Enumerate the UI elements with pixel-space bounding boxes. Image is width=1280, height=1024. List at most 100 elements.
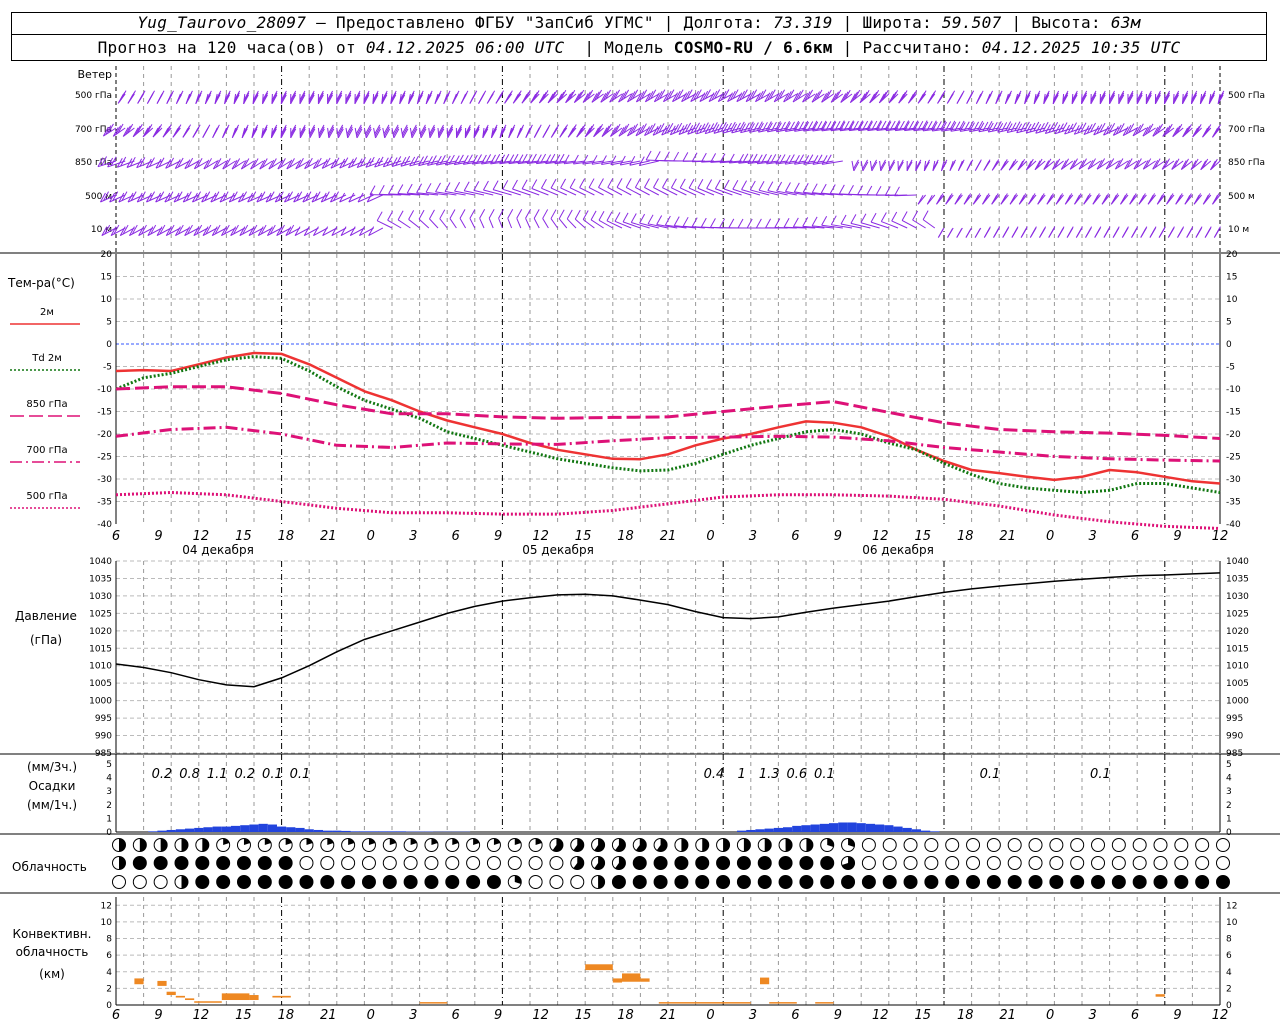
wind-barb: [618, 89, 632, 103]
wind-barb: [516, 209, 523, 229]
wind-barb: [616, 178, 632, 196]
wind-barb-feather: [567, 91, 574, 102]
pressure-tick-label-right: 1015: [1226, 644, 1249, 654]
wind-barb: [280, 124, 287, 139]
temp-tick-label-right: -5: [1226, 363, 1235, 373]
precip-title: Осадки: [29, 779, 76, 793]
cloud-symbol: [799, 875, 814, 889]
precip-bar: [249, 824, 259, 832]
wind-barb: [946, 90, 956, 104]
wind-barb: [1121, 226, 1129, 238]
temp-tick-label: 10: [101, 295, 113, 305]
conv-bar: [419, 1002, 448, 1004]
cloud-title: Облачность: [12, 860, 87, 874]
cloud-circle: [1007, 856, 1022, 870]
cloud-symbol: [799, 838, 814, 852]
wind-barb-feather: [884, 186, 891, 196]
wind-barb: [1162, 123, 1175, 137]
wind-barb: [222, 158, 236, 170]
wind-barb: [1156, 193, 1166, 205]
wind-barb: [508, 124, 516, 139]
wind-barb: [533, 209, 540, 229]
cloud-symbol: [861, 856, 876, 870]
conv-bar: [221, 993, 250, 1001]
cloud-symbol: [1007, 838, 1022, 852]
wind-barb: [1083, 193, 1092, 205]
wind-barb: [1101, 193, 1110, 205]
cloud-circle: [1091, 856, 1106, 870]
wind-barb-shaft: [541, 187, 558, 196]
wind-barb: [1136, 90, 1143, 105]
time-tick-label: 18: [957, 529, 974, 544]
wind-barb-feather: [848, 185, 854, 195]
cloud-fill: [1174, 875, 1188, 889]
cloud-fill: [654, 856, 668, 870]
wind-barb: [185, 90, 193, 105]
wind-barb-feather: [535, 124, 542, 135]
wind-barb-shaft: [869, 160, 873, 171]
cloud-circle: [924, 838, 939, 852]
cloud-symbol: [341, 856, 356, 870]
cloud-symbol: [216, 838, 231, 852]
wind-barb-feather: [280, 92, 287, 103]
wind-barb-feather: [469, 209, 476, 219]
wind-barb: [1055, 193, 1064, 205]
wind-barb: [122, 123, 135, 137]
cloud-symbol: [591, 875, 606, 889]
temp-tick-label-right: -35: [1226, 498, 1241, 508]
time-tick-label: 0: [1046, 529, 1054, 544]
wind-barb: [888, 159, 896, 172]
wind-barb-feather: [974, 228, 981, 238]
precip-bar: [847, 822, 857, 832]
cloud-symbol: [820, 856, 835, 870]
cloud-fill: [1112, 875, 1126, 889]
cloud-circle: [1153, 838, 1168, 852]
wind-barb: [231, 124, 240, 139]
cloud-fill: [1216, 875, 1230, 889]
wind-barb-feather: [673, 151, 680, 162]
wind-barb: [897, 159, 904, 172]
conv-tick-label-right: 4: [1226, 968, 1232, 978]
cloud-circle: [445, 856, 460, 870]
precip-bar: [166, 829, 176, 832]
wind-barb: [1193, 193, 1202, 205]
cloud-symbol: [966, 838, 981, 852]
cloud-symbol: [1049, 856, 1064, 870]
precip-tick-label-right: 2: [1226, 801, 1232, 811]
wind-barb: [363, 124, 372, 139]
wind-barb-feather: [562, 124, 569, 134]
wind-barb-feather: [758, 181, 765, 191]
wind-barb-shaft: [533, 218, 540, 229]
wind-barb-shaft: [662, 187, 678, 196]
wind-barb-feather: [558, 209, 565, 219]
cloud-symbol: [278, 838, 293, 852]
wind-barb: [954, 193, 963, 205]
wind-barb-shaft: [697, 187, 715, 196]
cloud-fill: [1070, 875, 1084, 889]
wind-barb-feather: [755, 218, 762, 229]
wind-barb-feather: [579, 178, 586, 188]
cloud-symbol: [674, 838, 689, 852]
wind-barb-feather: [1095, 226, 1102, 236]
wind-barb: [1008, 159, 1018, 171]
cloud-circle: [903, 856, 918, 870]
wind-barb: [504, 90, 513, 104]
cloud-fill: [139, 838, 147, 852]
wind-barb: [317, 90, 324, 105]
cloud-symbol: [1028, 856, 1043, 870]
wind-barb-feather: [691, 217, 698, 227]
precip-bar: [313, 829, 323, 832]
wind-barb-feather: [673, 216, 680, 226]
cloud-circle: [466, 856, 481, 870]
wind-barb-shaft: [473, 189, 494, 196]
conv-tick-label: 12: [101, 901, 112, 911]
cloud-fill: [258, 875, 272, 889]
wind-barb: [299, 124, 306, 139]
wind-barb: [327, 90, 334, 105]
wind-barb-feather: [663, 151, 670, 161]
precip-bar: [396, 831, 406, 832]
cloud-fill: [181, 875, 188, 889]
time-tick-label-bottom: 21: [660, 1008, 677, 1023]
precip-3h-label: 0.1: [262, 767, 283, 782]
wind-barb-shaft: [521, 188, 540, 196]
